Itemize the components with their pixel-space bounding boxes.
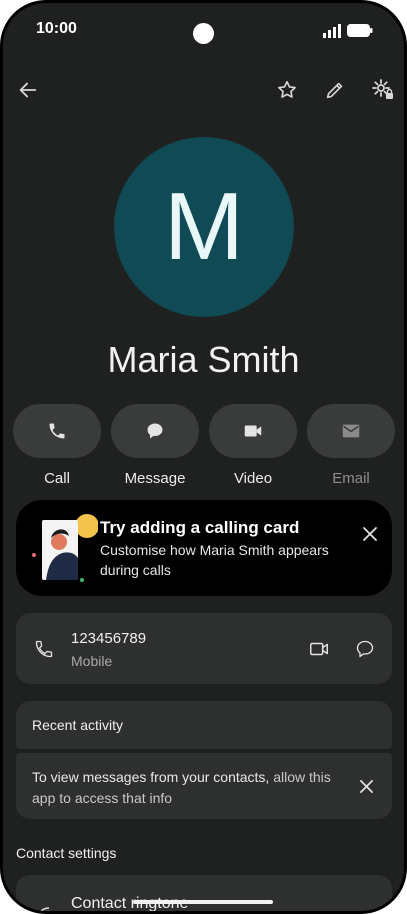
recent-activity-permission-card[interactable]: To view messages from your contacts, all… — [16, 753, 392, 819]
call-button[interactable] — [13, 404, 101, 458]
video-button[interactable] — [209, 404, 297, 458]
recent-activity-header: Recent activity — [16, 701, 392, 749]
message-outline-icon — [356, 640, 374, 658]
email-button[interactable] — [307, 404, 395, 458]
back-button[interactable] — [14, 76, 42, 104]
edit-button[interactable] — [321, 76, 349, 104]
permission-message: To view messages from your contacts, — [32, 769, 270, 785]
video-label: Video — [233, 470, 273, 487]
video-call-number-button[interactable] — [305, 635, 333, 663]
contact-screen: 10:00 M Maria Smith Call Message Video E… — [3, 3, 404, 911]
message-label: Message — [124, 470, 186, 487]
call-action[interactable]: Call — [13, 404, 101, 487]
contact-settings-heading: Contact settings — [16, 845, 117, 861]
calling-card-promo[interactable]: Try adding a calling card Customise how … — [16, 500, 392, 596]
message-button[interactable] — [111, 404, 199, 458]
contact-name: Maria Smith — [107, 339, 300, 380]
status-time: 10:00 — [36, 20, 77, 37]
video-camera-icon — [244, 425, 262, 437]
gesture-home-bar[interactable] — [133, 900, 273, 904]
dismiss-permission-button[interactable] — [352, 772, 380, 800]
edit-pencil-icon — [326, 82, 343, 99]
phone-number-row[interactable]: 123456789 Mobile — [16, 613, 392, 684]
signal-icon — [323, 24, 341, 38]
call-label: Call — [44, 470, 70, 487]
message-bubble-icon — [147, 423, 163, 439]
promo-title: Try adding a calling card — [100, 518, 300, 537]
contact-ringtone-row[interactable]: Contact ringtone — [16, 875, 392, 911]
message-number-button[interactable] — [351, 635, 379, 663]
back-arrow-icon — [19, 82, 37, 98]
phone-outline-icon — [35, 640, 53, 658]
video-action[interactable]: Video — [209, 404, 297, 487]
phone-icon — [49, 423, 65, 439]
dismiss-promo-button[interactable] — [356, 520, 384, 548]
settings-gear-icon — [372, 79, 393, 99]
phone-number-type: Mobile — [71, 653, 113, 669]
email-label: Email — [332, 470, 370, 487]
promo-body: Customise how Maria Smith appears during… — [100, 542, 329, 578]
video-outline-icon — [310, 642, 328, 656]
battery-icon — [347, 24, 373, 37]
email-action[interactable]: Email — [307, 404, 395, 487]
message-action[interactable]: Message — [111, 404, 199, 487]
recent-activity-text: To view messages from your contacts, all… — [32, 767, 332, 809]
recent-activity-title: Recent activity — [32, 717, 124, 733]
calling-card-illustration-icon — [32, 514, 98, 582]
front-camera — [193, 23, 214, 44]
favorite-button[interactable] — [273, 76, 301, 104]
email-icon — [342, 424, 360, 438]
avatar-initial: M — [164, 173, 244, 280]
ringtone-icon — [39, 907, 50, 911]
close-icon — [359, 779, 373, 793]
phone-number: 123456789 — [71, 630, 147, 647]
phone-frame: 10:00 M Maria Smith Call Message Video E… — [0, 0, 407, 914]
star-icon — [278, 80, 296, 98]
phone-row-icon-wrap — [30, 635, 58, 663]
contact-settings-button[interactable] — [369, 76, 397, 104]
status-bar: 10:00 — [3, 3, 404, 59]
contact-avatar: M — [114, 137, 294, 317]
close-icon — [363, 527, 377, 541]
